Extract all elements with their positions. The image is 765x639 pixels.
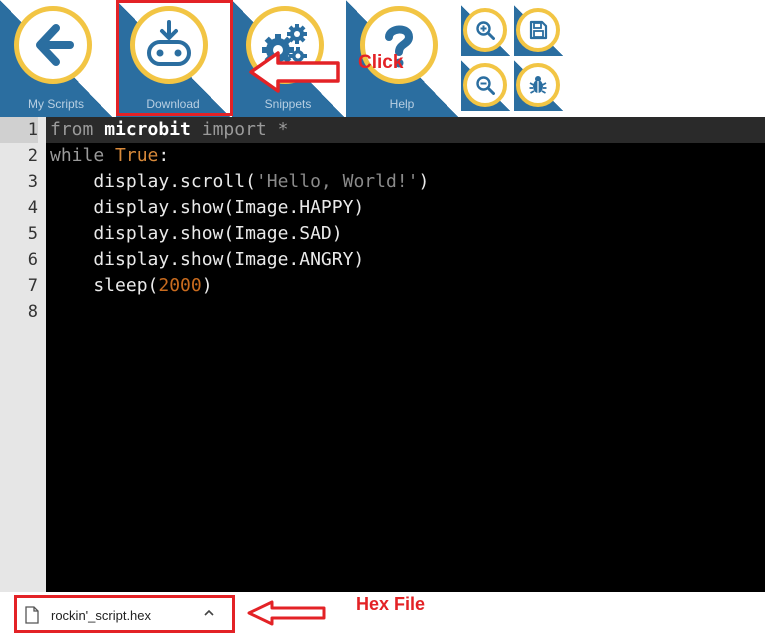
zoom-out-icon [476, 76, 495, 95]
code-token: microbit [104, 119, 191, 140]
save-button[interactable] [514, 5, 563, 56]
browser-download-bar: rockin'_script.hex Hex File [0, 592, 765, 639]
check-button[interactable] [514, 60, 563, 111]
bug-icon [529, 76, 547, 94]
download-button[interactable]: Download [116, 0, 230, 117]
my-scripts-circle [14, 6, 92, 84]
microbit-download-icon [147, 20, 191, 66]
help-label: Help [389, 97, 415, 111]
code-token: display.show(Image.ANGRY) [50, 249, 365, 270]
click-annotation: Click [358, 52, 404, 73]
code-token: from [50, 119, 105, 140]
my-scripts-label: My Scripts [27, 97, 84, 111]
zoom-in-button[interactable] [461, 5, 510, 56]
code-token: display.show(Image.HAPPY) [50, 197, 365, 218]
arrow-left-icon [36, 24, 74, 66]
code-token: display.show(Image.SAD) [50, 223, 343, 244]
line-number: 6 [27, 250, 38, 270]
download-label: Download [146, 97, 200, 111]
code-line[interactable]: display.show(Image.HAPPY) [50, 195, 364, 221]
hex-file-annotation: Hex File [356, 594, 426, 614]
zoom-in-circle [463, 8, 507, 52]
save-circle [516, 8, 560, 52]
line-number: 5 [27, 224, 38, 244]
download-circle [130, 6, 208, 84]
line-number: 1 [0, 117, 38, 143]
line-number: 7 [27, 276, 38, 296]
code-token: while [50, 145, 116, 166]
code-token: 'Hello, World!' [255, 171, 419, 192]
zoom-in-icon [476, 21, 495, 40]
code-line[interactable]: display.show(Image.ANGRY) [50, 247, 364, 273]
downloaded-file-name: rockin'_script.hex [51, 608, 152, 623]
code-token: : [158, 145, 170, 166]
code-token: 2000 [158, 275, 202, 296]
chevron-up-icon[interactable] [203, 608, 215, 618]
code-line[interactable]: while True: [50, 143, 169, 169]
line-number: 8 [27, 302, 38, 322]
click-arrow-icon [249, 51, 340, 93]
code-line[interactable]: from microbit import * [50, 117, 288, 143]
snippets-label: Snippets [264, 97, 312, 111]
file-icon [25, 606, 39, 624]
downloaded-file-item[interactable]: rockin'_script.hex [14, 595, 235, 633]
zoom-out-circle [463, 63, 507, 107]
zoom-out-button[interactable] [461, 60, 510, 111]
line-number: 2 [27, 146, 38, 166]
line-number: 3 [27, 172, 38, 192]
hex-file-arrow-icon [247, 600, 326, 626]
code-token: * [277, 119, 289, 140]
code-token: import [190, 119, 278, 140]
my-scripts-button[interactable]: My Scripts [0, 0, 112, 117]
line-number-gutter: 1 2 3 4 5 6 7 8 [0, 117, 46, 592]
code-line[interactable]: sleep(2000) [50, 273, 213, 299]
save-icon [529, 20, 548, 40]
code-token: ) [201, 275, 213, 296]
code-line[interactable]: display.show(Image.SAD) [50, 221, 343, 247]
code-token: True [115, 145, 159, 166]
check-circle [516, 63, 560, 107]
code-editor[interactable]: 12345678 from microbit import * while Tru… [0, 117, 765, 592]
toolbar: My Scripts Download Snippets Help Click [0, 0, 765, 117]
code-token: display.scroll( [50, 171, 256, 192]
code-token: ) [418, 171, 430, 192]
code-token: sleep( [50, 275, 159, 296]
code-line[interactable]: display.scroll('Hello, World!') [50, 169, 429, 195]
line-number: 4 [27, 198, 38, 218]
